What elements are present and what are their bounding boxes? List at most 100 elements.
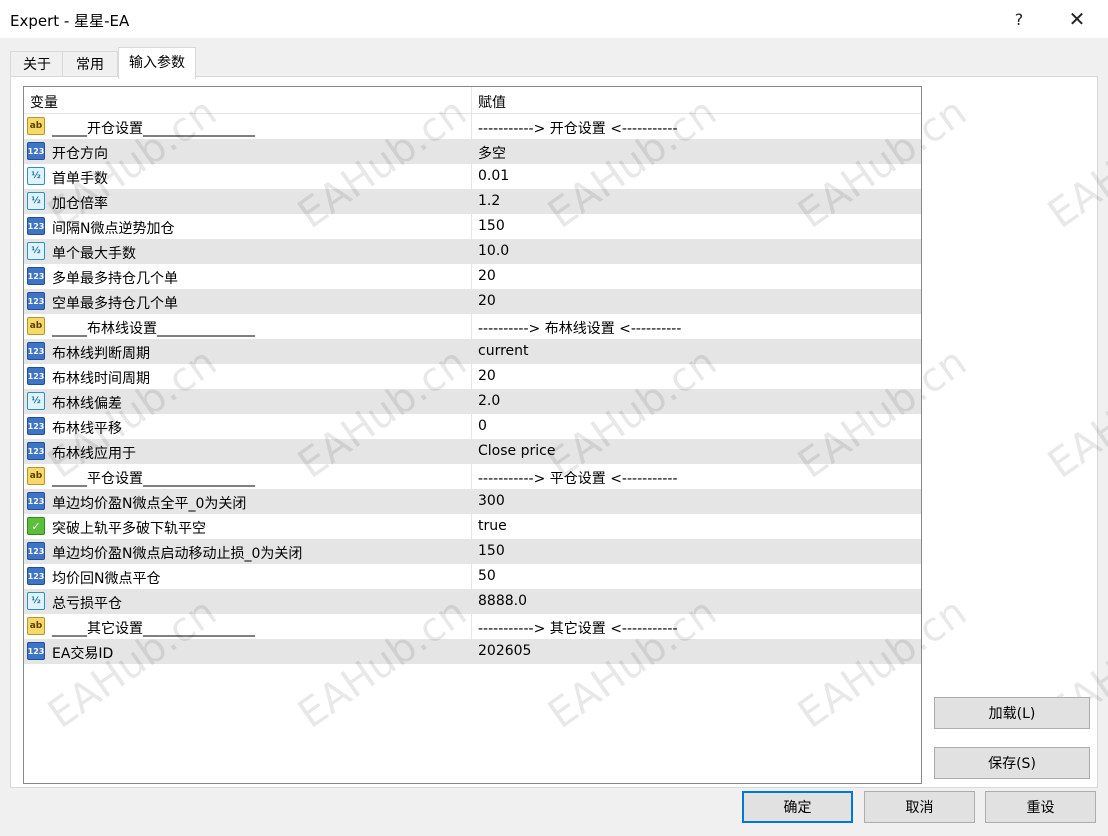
- parameter-value[interactable]: 0.01: [478, 168, 509, 184]
- table-row[interactable]: 123 布林线平移 0: [24, 414, 921, 439]
- column-divider: [471, 189, 472, 214]
- save-button[interactable]: 保存(S): [934, 747, 1090, 779]
- string-type-icon: ab: [27, 117, 45, 135]
- parameter-name: 单边均价盈N微点启动移动止损_0为关闭: [52, 546, 303, 562]
- parameter-value[interactable]: true: [478, 518, 507, 534]
- parameter-grid[interactable]: 变量 赋值 ab _____开仓设置________________ -------…: [23, 86, 922, 784]
- parameter-value[interactable]: -----------> 平仓设置 <-----------: [478, 468, 678, 488]
- column-divider: [471, 164, 472, 189]
- help-button[interactable]: ?: [996, 0, 1042, 38]
- parameter-value[interactable]: 10.0: [478, 243, 509, 259]
- column-divider: [471, 364, 472, 389]
- grid-rows: ab _____开仓设置________________ -----------> …: [24, 114, 921, 664]
- table-row[interactable]: 123 布林线应用于 Close price: [24, 439, 921, 464]
- table-row[interactable]: 123 空单最多持仓几个单 20: [24, 289, 921, 314]
- parameter-value[interactable]: 多空: [478, 143, 506, 163]
- column-divider: [471, 589, 472, 614]
- parameter-name: 单个最大手数: [52, 246, 136, 262]
- table-row[interactable]: ab _____开仓设置________________ -----------> …: [24, 114, 921, 139]
- integer-type-icon: 123: [27, 292, 45, 310]
- table-row[interactable]: 123 间隔N微点逆势加仓 150: [24, 214, 921, 239]
- parameter-value[interactable]: current: [478, 343, 529, 359]
- column-divider: [471, 514, 472, 539]
- parameter-name: 布林线平移: [52, 421, 122, 437]
- table-row[interactable]: 123 多单最多持仓几个单 20: [24, 264, 921, 289]
- column-divider: [471, 639, 472, 664]
- parameter-name: 突破上轨平多破下轨平空: [52, 521, 206, 537]
- window-title: Expert - 星星-EA: [10, 12, 130, 30]
- parameter-value[interactable]: 20: [478, 293, 496, 309]
- parameter-name: EA交易ID: [52, 646, 114, 662]
- parameter-name: 布林线时间周期: [52, 371, 150, 387]
- close-button[interactable]: ✕: [1054, 0, 1100, 38]
- parameter-value[interactable]: ----------> 布林线设置 <----------: [478, 318, 681, 338]
- parameter-value[interactable]: 202605: [478, 643, 531, 659]
- integer-type-icon: 123: [27, 442, 45, 460]
- parameter-name: 空单最多持仓几个单: [52, 296, 178, 312]
- column-header-variable[interactable]: 变量: [30, 92, 58, 112]
- tab-inputs[interactable]: 输入参数: [118, 47, 196, 79]
- table-row[interactable]: ½ 加仓倍率 1.2: [24, 189, 921, 214]
- parameter-value[interactable]: -----------> 开仓设置 <-----------: [478, 118, 678, 138]
- bool-type-icon: ✓: [27, 517, 45, 535]
- table-row[interactable]: ab _____布林线设置______________ ----------> 布林…: [24, 314, 921, 339]
- parameter-value[interactable]: 2.0: [478, 393, 500, 409]
- load-button[interactable]: 加载(L): [934, 697, 1090, 729]
- table-row[interactable]: ½ 布林线偏差 2.0: [24, 389, 921, 414]
- parameter-name: 首单手数: [52, 171, 108, 187]
- table-row[interactable]: 123 开仓方向 多空: [24, 139, 921, 164]
- parameter-value[interactable]: 50: [478, 568, 496, 584]
- table-row[interactable]: 123 单边均价盈N微点启动移动止损_0为关闭 150: [24, 539, 921, 564]
- cancel-button[interactable]: 取消: [864, 791, 975, 823]
- integer-type-icon: 123: [27, 567, 45, 585]
- table-row[interactable]: 123 单边均价盈N微点全平_0为关闭 300: [24, 489, 921, 514]
- parameter-value[interactable]: 8888.0: [478, 593, 527, 609]
- tab-panel: 变量 赋值 ab _____开仓设置________________ -------…: [10, 76, 1098, 788]
- ok-button[interactable]: 确定: [742, 791, 853, 823]
- column-divider: [471, 389, 472, 414]
- table-row[interactable]: ½ 单个最大手数 10.0: [24, 239, 921, 264]
- column-divider: [471, 464, 472, 489]
- string-type-icon: ab: [27, 617, 45, 635]
- parameter-value[interactable]: -----------> 其它设置 <-----------: [478, 618, 678, 638]
- column-divider: [471, 539, 472, 564]
- parameter-value[interactable]: 0: [478, 418, 487, 434]
- table-row[interactable]: ab _____平仓设置________________ -----------> …: [24, 464, 921, 489]
- table-row[interactable]: 123 EA交易ID 202605: [24, 639, 921, 664]
- integer-type-icon: 123: [27, 267, 45, 285]
- column-header-value[interactable]: 赋值: [478, 92, 506, 112]
- column-divider: [471, 139, 472, 164]
- table-row[interactable]: ½ 总亏损平仓 8888.0: [24, 589, 921, 614]
- column-divider: [471, 614, 472, 639]
- reset-button[interactable]: 重设: [985, 791, 1096, 823]
- parameter-value[interactable]: Close price: [478, 443, 555, 459]
- table-row[interactable]: ½ 首单手数 0.01: [24, 164, 921, 189]
- parameter-value[interactable]: 20: [478, 268, 496, 284]
- column-divider: [471, 264, 472, 289]
- parameter-name: _____平仓设置________________: [52, 471, 255, 487]
- parameter-name: 布林线判断周期: [52, 346, 150, 362]
- parameter-name: 总亏损平仓: [52, 596, 122, 612]
- tab-common[interactable]: 常用: [62, 51, 118, 78]
- table-row[interactable]: 123 布林线判断周期 current: [24, 339, 921, 364]
- double-type-icon: ½: [27, 242, 45, 260]
- table-row[interactable]: 123 均价回N微点平仓 50: [24, 564, 921, 589]
- grid-header: 变量 赋值: [24, 87, 921, 114]
- parameter-value[interactable]: 150: [478, 543, 505, 559]
- parameter-value[interactable]: 1.2: [478, 193, 500, 209]
- double-type-icon: ½: [27, 192, 45, 210]
- parameter-value[interactable]: 150: [478, 218, 505, 234]
- table-row[interactable]: ab _____其它设置________________ -----------> …: [24, 614, 921, 639]
- parameter-name: 间隔N微点逆势加仓: [52, 221, 175, 237]
- parameter-name: 多单最多持仓几个单: [52, 271, 178, 287]
- table-row[interactable]: ✓ 突破上轨平多破下轨平空 true: [24, 514, 921, 539]
- table-row[interactable]: 123 布林线时间周期 20: [24, 364, 921, 389]
- column-divider: [471, 414, 472, 439]
- parameter-name: 加仓倍率: [52, 196, 108, 212]
- parameter-value[interactable]: 300: [478, 493, 505, 509]
- parameter-name: _____布林线设置______________: [52, 321, 255, 337]
- integer-type-icon: 123: [27, 417, 45, 435]
- tab-about[interactable]: 关于: [10, 51, 64, 78]
- column-divider: [471, 87, 472, 113]
- parameter-value[interactable]: 20: [478, 368, 496, 384]
